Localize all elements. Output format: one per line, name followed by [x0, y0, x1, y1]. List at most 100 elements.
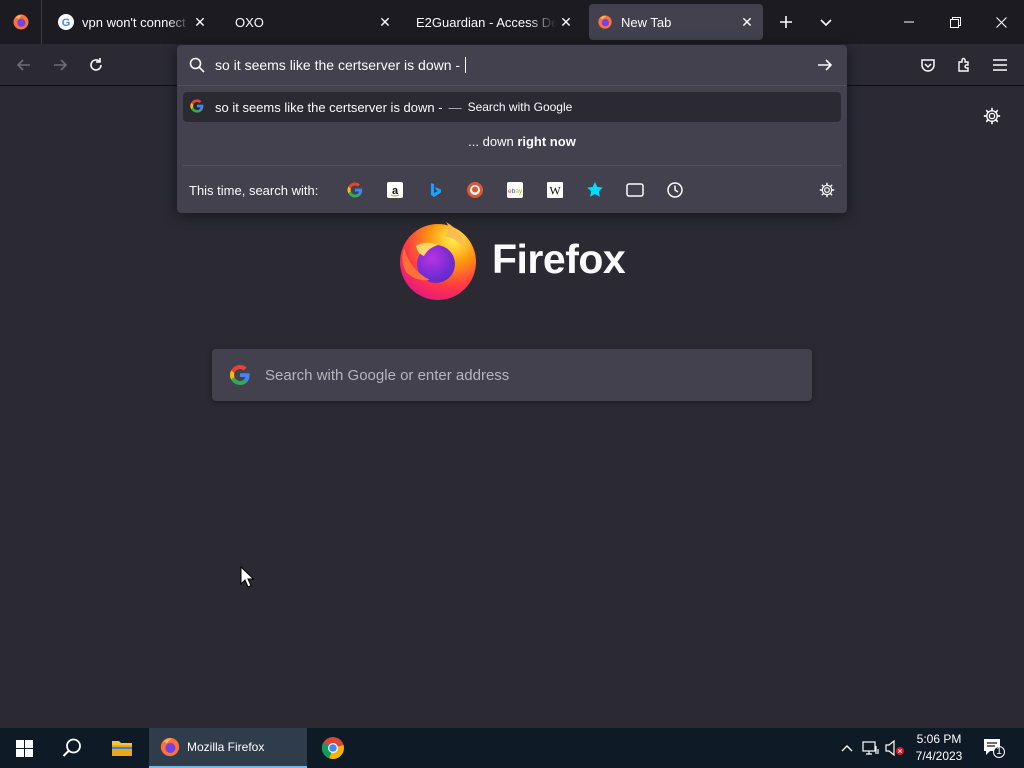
start-button[interactable]	[0, 728, 48, 768]
divider	[183, 165, 841, 166]
chevron-down-icon	[820, 19, 832, 27]
search-icon	[189, 57, 205, 73]
taskbar-firefox-window[interactable]: Mozilla Firefox	[149, 728, 307, 768]
chevron-up-icon	[841, 745, 853, 752]
tab-new-tab[interactable]: New Tab ✕	[589, 4, 763, 40]
arrow-right-icon	[818, 59, 833, 71]
minimize-icon	[904, 21, 914, 23]
bing-icon[interactable]	[425, 180, 445, 200]
taskbar-search-button[interactable]	[48, 728, 96, 768]
history-icon[interactable]	[665, 180, 685, 200]
google-icon: G	[58, 14, 74, 30]
puzzle-icon	[958, 57, 969, 72]
file-explorer-button[interactable]	[98, 728, 146, 768]
chrome-taskbar-button[interactable]	[310, 728, 356, 768]
extensions-button[interactable]	[948, 49, 980, 81]
google-icon[interactable]	[345, 180, 365, 200]
tab-title: New Tab	[621, 14, 672, 30]
pocket-button[interactable]	[912, 49, 944, 81]
restore-button[interactable]	[932, 0, 978, 44]
firefox-logo: Firefox	[396, 218, 636, 302]
folder-icon	[112, 741, 132, 756]
close-tab-icon[interactable]: ✕	[190, 12, 210, 32]
related-bold: right now	[517, 134, 576, 149]
svg-text:G: G	[62, 17, 71, 29]
clock-date: 7/4/2023	[915, 749, 963, 763]
back-button[interactable]	[8, 49, 40, 81]
taskbar-clock[interactable]: 5:06 PM 7/4/2023	[907, 731, 971, 765]
close-tab-icon[interactable]: ✕	[375, 12, 395, 32]
address-bar-input[interactable]: so it seems like the certserver is down …	[177, 45, 847, 85]
forward-button[interactable]	[44, 49, 76, 81]
tabs-icon[interactable]	[625, 180, 645, 200]
windows-taskbar: Mozilla Firefox 5:06 PM 7/4/2023 1	[0, 728, 1024, 768]
related-prefix: ... down	[468, 134, 518, 149]
svg-text:W: W	[549, 184, 561, 198]
minimize-button[interactable]	[886, 0, 932, 44]
pocket-icon	[921, 59, 935, 72]
search-settings-button[interactable]	[817, 180, 837, 200]
close-icon	[995, 16, 1007, 28]
search-suggestion-row[interactable]: so it seems like the certserver is down …	[183, 92, 841, 122]
google-icon	[228, 363, 252, 392]
tab-title: E2Guardian - Access Denied	[416, 14, 556, 30]
svg-text:ebay: ebay	[508, 188, 523, 195]
plus-icon	[780, 16, 792, 28]
windows-logo-icon	[15, 739, 33, 757]
show-hidden-icons-button[interactable]	[837, 738, 857, 758]
tab-title: OXO	[235, 14, 264, 30]
mouse-cursor-icon	[240, 566, 254, 588]
duckduckgo-icon[interactable]	[465, 180, 485, 200]
one-off-label: This time, search with:	[189, 183, 319, 198]
firefox-view-button[interactable]	[0, 0, 42, 44]
back-arrow-icon	[16, 59, 30, 71]
app-menu-button[interactable]	[984, 49, 1016, 81]
action-center-button[interactable]: 1	[982, 738, 1006, 758]
google-icon	[189, 98, 205, 117]
one-off-search-row: This time, search with: a ebay W	[177, 170, 847, 210]
customize-new-tab-button[interactable]	[980, 104, 1004, 128]
new-tab-button[interactable]	[768, 4, 804, 40]
urlbar-panel: so it seems like the certserver is down …	[177, 45, 847, 213]
ebay-icon[interactable]: ebay	[505, 180, 525, 200]
firefox-icon	[13, 14, 28, 30]
tab-google-search[interactable]: G vpn won't connect - Google Search ✕	[46, 4, 216, 40]
tab-e2guardian[interactable]: E2Guardian - Access Denied ✕	[404, 4, 582, 40]
restore-icon	[949, 16, 961, 28]
taskbar-firefox-label: Mozilla Firefox	[187, 740, 265, 754]
suggestion-action: Search with Google	[467, 100, 573, 114]
reload-icon	[90, 58, 102, 71]
hamburger-menu-icon	[993, 59, 1007, 71]
suggestion-separator: —	[448, 99, 462, 115]
firefox-wordmark: Firefox	[492, 236, 626, 282]
suggestion-text: so it seems like the certserver is down …	[215, 99, 443, 115]
reload-button[interactable]	[80, 49, 112, 81]
search-icon	[62, 738, 81, 757]
wikipedia-icon[interactable]: W	[545, 180, 565, 200]
chrome-icon	[321, 737, 344, 760]
tab-strip: G vpn won't connect - Google Search ✕ OX…	[0, 0, 1024, 44]
gear-icon	[983, 107, 1001, 125]
gear-icon	[819, 182, 835, 198]
close-window-button[interactable]	[978, 0, 1024, 44]
amazon-icon[interactable]: a	[385, 180, 405, 200]
go-button[interactable]	[811, 51, 839, 79]
related-suggestion-row[interactable]: ... down right now	[177, 134, 847, 156]
tab-title: vpn won't connect - Google Search	[82, 14, 190, 30]
address-bar-text: so it seems like the certserver is down …	[215, 57, 466, 73]
volume-muted-button[interactable]	[885, 738, 905, 758]
firefox-icon	[160, 737, 180, 757]
volume-muted-icon	[885, 740, 904, 756]
close-tab-icon[interactable]: ✕	[556, 12, 576, 32]
clock-time: 5:06 PM	[916, 732, 962, 746]
network-icon	[862, 741, 879, 755]
new-tab-search-box[interactable]: Search with Google or enter address	[212, 349, 812, 401]
network-icon-button[interactable]	[861, 738, 881, 758]
firefox-icon	[597, 14, 613, 30]
bookmarks-icon[interactable]	[585, 180, 605, 200]
divider	[177, 85, 847, 86]
list-all-tabs-button[interactable]	[808, 4, 844, 40]
firefox-logo-icon	[400, 222, 476, 300]
tab-oxo[interactable]: OXO ✕	[223, 4, 401, 40]
close-tab-icon[interactable]: ✕	[737, 12, 757, 32]
